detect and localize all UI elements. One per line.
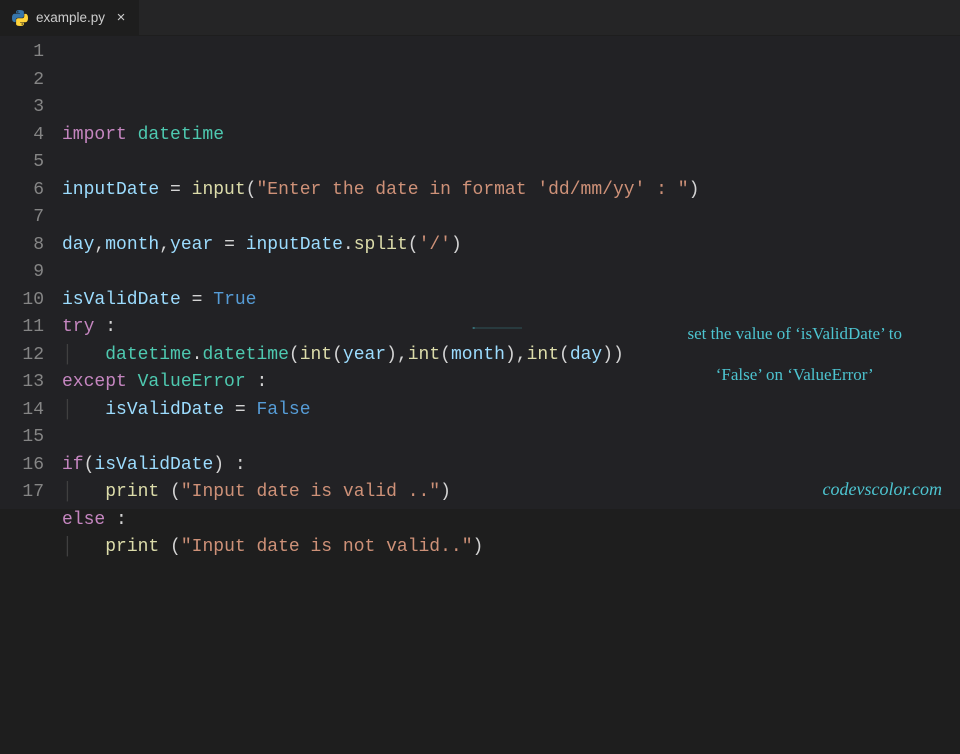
line-number: 13 bbox=[0, 369, 44, 397]
tab-bar: example.py × bbox=[0, 0, 960, 36]
line-number: 6 bbox=[0, 177, 44, 205]
line-number: 12 bbox=[0, 342, 44, 370]
code-line[interactable]: day,month,year = inputDate.split('/') bbox=[62, 232, 960, 260]
annotation-line-2: ‘False’ on ‘ValueError’ bbox=[716, 365, 874, 384]
line-number: 10 bbox=[0, 287, 44, 315]
line-number: 5 bbox=[0, 149, 44, 177]
code-line[interactable]: import datetime bbox=[62, 122, 960, 150]
code-line[interactable]: else : bbox=[62, 507, 960, 535]
line-number: 4 bbox=[0, 122, 44, 150]
line-number: 17 bbox=[0, 479, 44, 507]
tab-filename: example.py bbox=[36, 10, 105, 25]
line-number: 15 bbox=[0, 424, 44, 452]
code-line[interactable] bbox=[62, 424, 960, 452]
line-number: 14 bbox=[0, 397, 44, 425]
code-editor[interactable]: 1234567891011121314151617 import datetim… bbox=[0, 36, 960, 509]
line-number: 2 bbox=[0, 67, 44, 95]
code-line[interactable] bbox=[62, 562, 960, 590]
line-number: 9 bbox=[0, 259, 44, 287]
line-number: 8 bbox=[0, 232, 44, 260]
line-number: 16 bbox=[0, 452, 44, 480]
watermark: codevscolor.com bbox=[823, 476, 942, 504]
code-line[interactable] bbox=[62, 149, 960, 177]
code-line[interactable]: inputDate = input("Enter the date in for… bbox=[62, 177, 960, 205]
code-line[interactable]: │ print ("Input date is not valid..") bbox=[62, 534, 960, 562]
code-area[interactable]: import datetime inputDate = input("Enter… bbox=[62, 36, 960, 509]
line-number: 7 bbox=[0, 204, 44, 232]
code-line[interactable] bbox=[62, 204, 960, 232]
python-file-icon bbox=[12, 10, 28, 26]
line-number: 3 bbox=[0, 94, 44, 122]
line-number-gutter: 1234567891011121314151617 bbox=[0, 36, 62, 509]
close-icon[interactable]: × bbox=[113, 9, 129, 26]
annotation-line-1: set the value of ‘isValidDate’ to bbox=[688, 324, 902, 343]
line-number: 11 bbox=[0, 314, 44, 342]
annotation-text: set the value of ‘isValidDate’ to ‘False… bbox=[632, 304, 932, 406]
code-line[interactable] bbox=[62, 259, 960, 287]
tab-example-py[interactable]: example.py × bbox=[0, 0, 140, 35]
line-number: 1 bbox=[0, 39, 44, 67]
